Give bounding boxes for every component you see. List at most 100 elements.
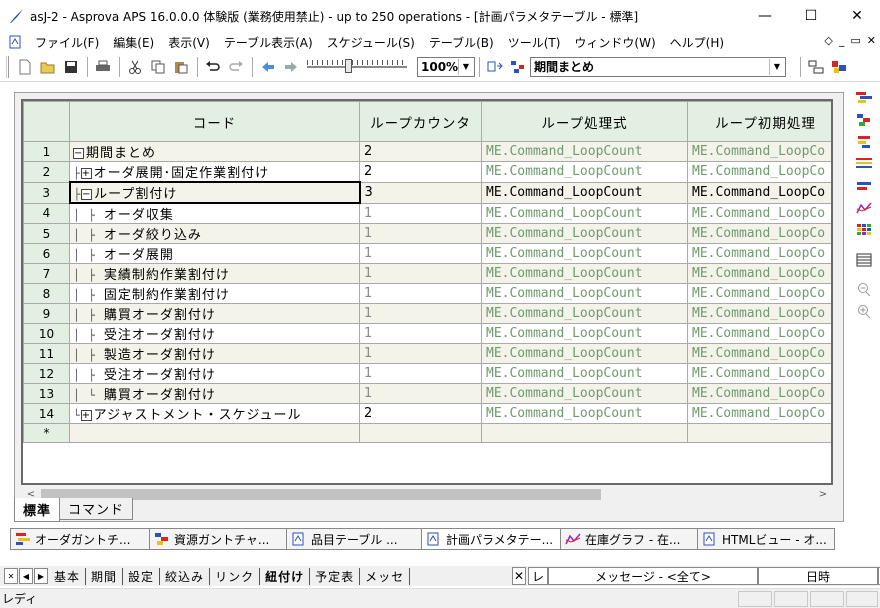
toolbar-grip[interactable] [6,55,9,78]
nav-tab-basic[interactable]: 基本 [49,567,87,585]
cell-loop-expression[interactable]: ME.Command_LoopCount [481,283,688,304]
cell-loop-counter[interactable]: 1 [359,343,482,364]
cell-loop-counter[interactable]: 1 [359,363,482,384]
cell-loop-expression[interactable]: ME.Command_LoopCount [481,303,688,324]
save-icon[interactable] [60,56,82,78]
cell-loop-init[interactable]: ME.Command_LoopCo [687,263,831,284]
copy-icon[interactable] [147,56,169,78]
row-header[interactable]: 9 [23,303,70,324]
cell-loop-counter[interactable]: 3 [359,181,482,204]
column-header-loop-counter[interactable]: ループカウンタ [359,101,482,142]
cell-code[interactable]: │ ├ 購買オーダ割付け [69,303,360,324]
chevron-down-icon[interactable]: ▼ [769,58,784,75]
cell-loop-expression[interactable]: ME.Command_LoopCount [481,202,688,224]
stock-graph-icon[interactable] [854,198,874,218]
view-switch-icon[interactable] [484,56,506,78]
menu-window[interactable]: ウィンドウ(W) [567,34,662,51]
menu-table[interactable]: テーブル(B) [422,34,501,51]
close-button[interactable]: ✕ [834,0,880,32]
redo-icon[interactable] [225,56,247,78]
cell-loop-init[interactable]: ME.Command_LoopCo [687,161,831,183]
empty-cell[interactable] [687,423,831,443]
expand-icon[interactable]: + [80,168,92,179]
view-select[interactable]: 期間まとめ ▼ [530,56,786,77]
layout-icon[interactable] [805,56,827,78]
new-row[interactable]: * [23,423,831,443]
nav-close-icon[interactable]: ✕ [4,568,18,584]
minimize-button[interactable]: — [742,0,788,32]
table-row[interactable]: 4 │ ├ オーダ収集 1 ME.Command_LoopCount ME.Command… [23,202,831,224]
table-view-icon[interactable] [854,250,874,270]
cell-code[interactable]: │ ├ 実績制約作業割付け [69,263,360,284]
cell-loop-expression[interactable]: ME.Command_LoopCount [481,383,688,404]
nav-tab-calendar[interactable]: 予定表 [310,567,361,585]
window-tab-resource-gantt[interactable]: 資源ガントチャ... [149,528,287,550]
cell-code[interactable]: └+ アジャストメント・スケジュール [69,403,360,424]
empty-cell[interactable] [359,423,482,443]
horizontal-scrollbar[interactable]: < > [21,486,833,503]
maximize-button[interactable]: ☐ [788,0,834,32]
empty-cell[interactable] [69,423,360,443]
scroll-right-icon[interactable]: > [815,487,831,502]
cell-loop-expression[interactable]: ME.Command_LoopCount [481,363,688,384]
cell-loop-init[interactable]: ME.Command_LoopCo [687,223,831,244]
collapse-icon[interactable]: − [73,148,84,159]
cell-loop-init[interactable]: ME.Command_LoopCo [687,141,831,162]
cell-loop-expression[interactable]: ME.Command_LoopCount [481,403,688,424]
nav-tab-pegging[interactable]: 紐付け [260,567,311,585]
cell-loop-init[interactable]: ME.Command_LoopCo [687,363,831,384]
table-row[interactable]: 14 └+ アジャストメント・スケジュール 2 ME.Command_LoopCount… [23,403,831,424]
window-tab-html-view[interactable]: HTMLビュー - オ... [697,528,835,550]
datetime-header[interactable]: 日時 [758,567,878,585]
menu-table-view[interactable]: テーブル表示(A) [217,34,320,51]
print-icon[interactable] [92,56,114,78]
table-row[interactable]: 3 ├− ループ割付け 3 ME.Command_LoopCount ME.Command… [23,181,831,204]
back-arrow-icon[interactable] [257,56,279,78]
cell-code[interactable]: │ ├ 受注オーダ割付け [69,323,360,344]
menu-help[interactable]: ヘルプ(H) [663,34,731,51]
row-header[interactable]: 8 [23,283,70,304]
message-filter-header[interactable]: メッセージ - <全て> [548,567,758,585]
table-row[interactable]: 7 │ ├ 実績制約作業割付け 1 ME.Command_LoopCount ME.Com… [23,263,831,284]
row-header[interactable]: 12 [23,363,70,384]
cell-loop-expression[interactable]: ME.Command_LoopCount [481,323,688,344]
color-grid-icon[interactable] [854,220,874,240]
nav-tab-message[interactable]: メッセ [360,567,411,585]
paste-icon[interactable] [170,56,192,78]
nav-tab-link[interactable]: リンク [210,567,261,585]
mdi-close-button[interactable]: ✕ [867,34,876,47]
cell-loop-init[interactable]: ME.Command_LoopCo [687,323,831,344]
cell-loop-counter[interactable]: 1 [359,303,482,324]
zoom-slider[interactable] [307,56,407,78]
cell-loop-counter[interactable]: 1 [359,263,482,284]
table-row[interactable]: 2 ├+ オーダ展開･固定作業割付け 2 ME.Command_LoopCount ME.… [23,161,831,183]
cell-code[interactable]: │ ├ 受注オーダ割付け [69,363,360,384]
cell-loop-init[interactable]: ME.Command_LoopCo [687,243,831,264]
nav-next-icon[interactable]: ▶ [34,568,48,584]
cell-loop-init[interactable]: ME.Command_LoopCo [687,343,831,364]
cell-code[interactable]: │ └ 購買オーダ割付け [69,383,360,404]
cell-code[interactable]: ├+ オーダ展開･固定作業割付け [69,161,360,183]
resource-gantt-icon[interactable] [854,110,874,130]
row-header[interactable]: 4 [23,202,70,224]
undo-icon[interactable] [202,56,224,78]
column-header-code[interactable]: コード [69,101,360,142]
document-icon[interactable] [8,35,22,49]
cell-code[interactable]: │ ├ オーダ収集 [69,202,360,224]
cell-code[interactable]: │ ├ オーダ展開 [69,243,360,264]
parameter-grid[interactable]: コード ループカウンタ ループ処理式 ループ初期処理 1− 期間まとめ 2 ME.Co… [21,99,833,485]
chevron-down-icon[interactable]: ▼ [458,58,473,75]
row-header[interactable]: 14 [23,403,70,424]
menu-edit[interactable]: 編集(E) [106,34,161,51]
cell-loop-expression[interactable]: ME.Command_LoopCount [481,263,688,284]
row-header[interactable]: 2 [23,161,70,183]
row-header[interactable]: 1 [23,141,70,162]
row-header[interactable]: 6 [23,243,70,264]
new-row-marker[interactable]: * [23,423,70,443]
cell-loop-init[interactable]: ME.Command_LoopCo [687,303,831,324]
zoom-out-icon[interactable] [854,280,874,300]
table-row[interactable]: 5 │ ├ オーダ絞り込み 1 ME.Command_LoopCount ME.Comma… [23,223,831,244]
cell-loop-counter[interactable]: 2 [359,403,482,424]
menu-schedule[interactable]: スケジュール(S) [320,34,422,51]
table-row[interactable]: 10 │ ├ 受注オーダ割付け 1 ME.Command_LoopCount ME.Com… [23,323,831,344]
